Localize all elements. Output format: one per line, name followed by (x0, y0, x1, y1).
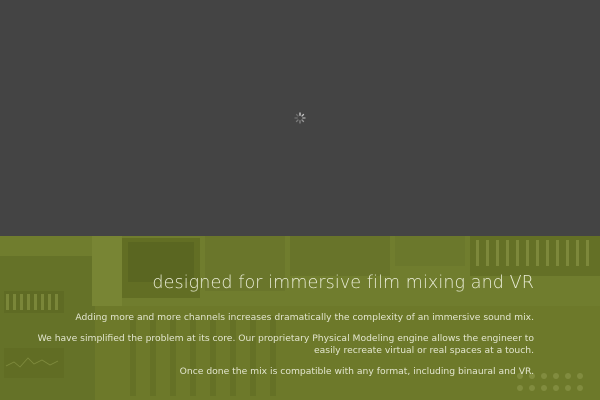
hero-text-block: designed for immersive film mixing and V… (38, 236, 534, 400)
hero-paragraph-2-line-2: easily recreate virtual or real spaces a… (314, 345, 534, 356)
hero-paragraph-3: Once done the mix is compatible with any… (179, 366, 534, 377)
hero-paragraph-1: Adding more and more channels increases … (75, 312, 534, 323)
hero-headline: designed for immersive film mixing and V… (152, 273, 534, 293)
hero-paragraph-2-line-1: We have simplified the problem at its co… (37, 333, 534, 344)
loading-panel (0, 0, 600, 236)
hero-section: designed for immersive film mixing and V… (0, 236, 600, 400)
loading-spinner-icon (294, 112, 306, 124)
